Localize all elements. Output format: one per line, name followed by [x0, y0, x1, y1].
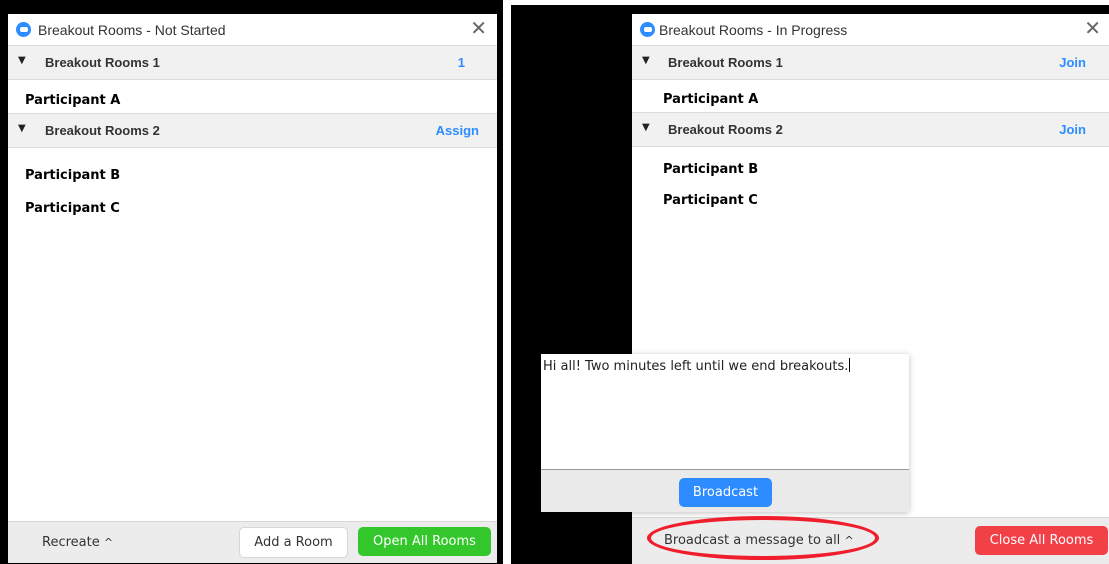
window-footer: Recreate ^ Add a Room Open All Rooms: [8, 521, 497, 563]
window-footer: Broadcast a message to all ^ Close All R…: [632, 517, 1109, 564]
recreate-button[interactable]: Recreate ^: [42, 535, 113, 550]
recreate-label: Recreate: [42, 535, 100, 550]
participant-item: Participant A: [25, 93, 121, 108]
caret-down-icon[interactable]: ▼: [642, 122, 650, 133]
open-all-rooms-button[interactable]: Open All Rooms: [358, 527, 491, 556]
window-title: Breakout Rooms - Not Started: [38, 22, 226, 38]
chevron-up-icon: ^: [103, 536, 114, 549]
broadcast-message-value: Hi all! Two minutes left until we end br…: [543, 359, 849, 374]
caret-down-icon[interactable]: ▼: [642, 55, 650, 66]
zoom-logo-icon: [16, 22, 31, 37]
participant-item: Participant C: [25, 201, 120, 216]
broadcast-message-text: Hi all! Two minutes left until we end br…: [543, 358, 851, 374]
broadcast-message-input[interactable]: Hi all! Two minutes left until we end br…: [541, 354, 909, 470]
broadcast-button[interactable]: Broadcast: [679, 478, 772, 507]
room-name: Breakout Rooms 2: [668, 122, 783, 137]
room-name: Breakout Rooms 1: [668, 55, 783, 70]
participant-item: Participant A: [663, 92, 759, 107]
participant-item: Participant B: [25, 168, 121, 183]
room-header-1[interactable]: ▼ Breakout Rooms 1 1: [8, 45, 497, 80]
close-icon[interactable]: ✕: [470, 18, 487, 38]
window-title: Breakout Rooms - In Progress: [659, 22, 848, 38]
room-name: Breakout Rooms 2: [45, 123, 160, 138]
room-header-1[interactable]: ▼ Breakout Rooms 1 Join: [632, 45, 1109, 80]
zoom-logo-icon: [640, 22, 655, 37]
text-cursor: [849, 358, 851, 372]
add-room-button[interactable]: Add a Room: [239, 527, 348, 558]
join-button[interactable]: Join: [1059, 122, 1086, 137]
broadcast-message-link[interactable]: Broadcast a message to all ^: [664, 533, 854, 548]
participant-item: Participant C: [663, 193, 758, 208]
participant-count: 1: [457, 55, 465, 70]
broadcast-link-label: Broadcast a message to all: [664, 533, 841, 548]
window-titlebar: Breakout Rooms - In Progress ✕: [632, 14, 1109, 45]
close-all-rooms-button[interactable]: Close All Rooms: [975, 526, 1108, 555]
room-header-2[interactable]: ▼ Breakout Rooms 2 Join: [632, 112, 1109, 147]
window-titlebar: Breakout Rooms - Not Started ✕: [8, 14, 497, 45]
caret-down-icon[interactable]: ▼: [18, 123, 26, 134]
join-button[interactable]: Join: [1059, 55, 1086, 70]
left-breakout-window: Breakout Rooms - Not Started ✕ ▼ Breakou…: [8, 14, 497, 563]
chevron-up-icon: ^: [844, 534, 854, 547]
close-icon[interactable]: ✕: [1084, 18, 1101, 38]
room-header-2[interactable]: ▼ Breakout Rooms 2 Assign: [8, 113, 497, 148]
caret-down-icon[interactable]: ▼: [18, 55, 26, 66]
room-name: Breakout Rooms 1: [45, 55, 160, 70]
assign-button[interactable]: Assign: [436, 123, 479, 138]
broadcast-popup-footer: Broadcast: [541, 470, 909, 512]
broadcast-popup: Hi all! Two minutes left until we end br…: [541, 354, 909, 512]
participant-item: Participant B: [663, 162, 759, 177]
